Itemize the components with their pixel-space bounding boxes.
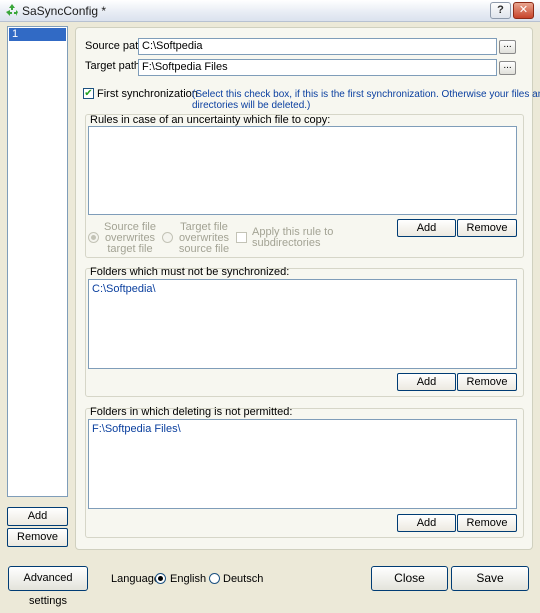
target-path-label: Target path: bbox=[85, 60, 144, 72]
no-sync-list[interactable]: C:\Softpedia\ bbox=[88, 279, 517, 369]
remove-config-button[interactable]: Remove bbox=[7, 528, 68, 547]
window-title: SaSyncConfig * bbox=[22, 4, 107, 18]
language-deutsch-radio[interactable] bbox=[209, 573, 220, 584]
language-english-radio[interactable] bbox=[155, 573, 166, 584]
first-sync-label: First synchronization bbox=[97, 88, 198, 100]
no-delete-remove-button[interactable]: Remove bbox=[457, 514, 517, 532]
target-overwrites-label: Target file overwrites source file bbox=[178, 221, 230, 255]
no-delete-title: Folders in which deleting is not permitt… bbox=[90, 406, 293, 418]
language-deutsch-label: Deutsch bbox=[223, 573, 264, 585]
apply-subdirectories-checkbox[interactable] bbox=[236, 232, 247, 243]
target-browse-button[interactable]: ... bbox=[499, 61, 516, 75]
apply-subdirectories-label: Apply this rule to subdirectories bbox=[252, 226, 334, 249]
first-sync-hint-line1: (Select this check box, if this is the f… bbox=[192, 89, 540, 100]
help-button[interactable]: ? bbox=[490, 2, 511, 19]
target-overwrites-radio[interactable] bbox=[162, 232, 173, 243]
advanced-settings-button[interactable]: Advanced settings bbox=[8, 566, 88, 607]
close-button[interactable]: Close bbox=[371, 566, 448, 591]
save-button[interactable]: Save bbox=[451, 566, 529, 591]
no-delete-add-button[interactable]: Add bbox=[397, 514, 456, 532]
no-delete-list[interactable]: F:\Softpedia Files\ bbox=[88, 419, 517, 509]
source-path-input[interactable]: C:\Softpedia bbox=[138, 38, 497, 55]
source-overwrites-radio[interactable] bbox=[88, 232, 99, 243]
rules-add-button[interactable]: Add bbox=[397, 219, 456, 237]
recycle-icon bbox=[6, 4, 18, 16]
config-list[interactable]: 1 bbox=[7, 26, 68, 497]
config-list-item[interactable]: 1 bbox=[9, 28, 66, 41]
first-sync-hint-line2: directories will be deleted.) bbox=[192, 100, 311, 111]
rules-remove-button[interactable]: Remove bbox=[457, 219, 517, 237]
window-close-button[interactable]: ✕ bbox=[513, 2, 534, 19]
no-sync-add-button[interactable]: Add bbox=[397, 373, 456, 391]
no-sync-entry[interactable]: C:\Softpedia\ bbox=[92, 283, 156, 295]
no-sync-remove-button[interactable]: Remove bbox=[457, 373, 517, 391]
language-english-label: English bbox=[170, 573, 207, 585]
first-sync-checkbox[interactable]: ✔ bbox=[83, 88, 94, 99]
source-browse-button[interactable]: ... bbox=[499, 40, 516, 54]
source-overwrites-label: Source file overwrites target file bbox=[104, 221, 156, 255]
no-sync-title: Folders which must not be synchronized: bbox=[90, 266, 290, 278]
rules-title: Rules in case of an uncertainty which fi… bbox=[90, 114, 331, 126]
no-delete-entry[interactable]: F:\Softpedia Files\ bbox=[92, 423, 181, 435]
target-path-input[interactable]: F:\Softpedia Files bbox=[138, 59, 497, 76]
rules-list[interactable] bbox=[88, 126, 517, 215]
add-config-button[interactable]: Add bbox=[7, 507, 68, 526]
